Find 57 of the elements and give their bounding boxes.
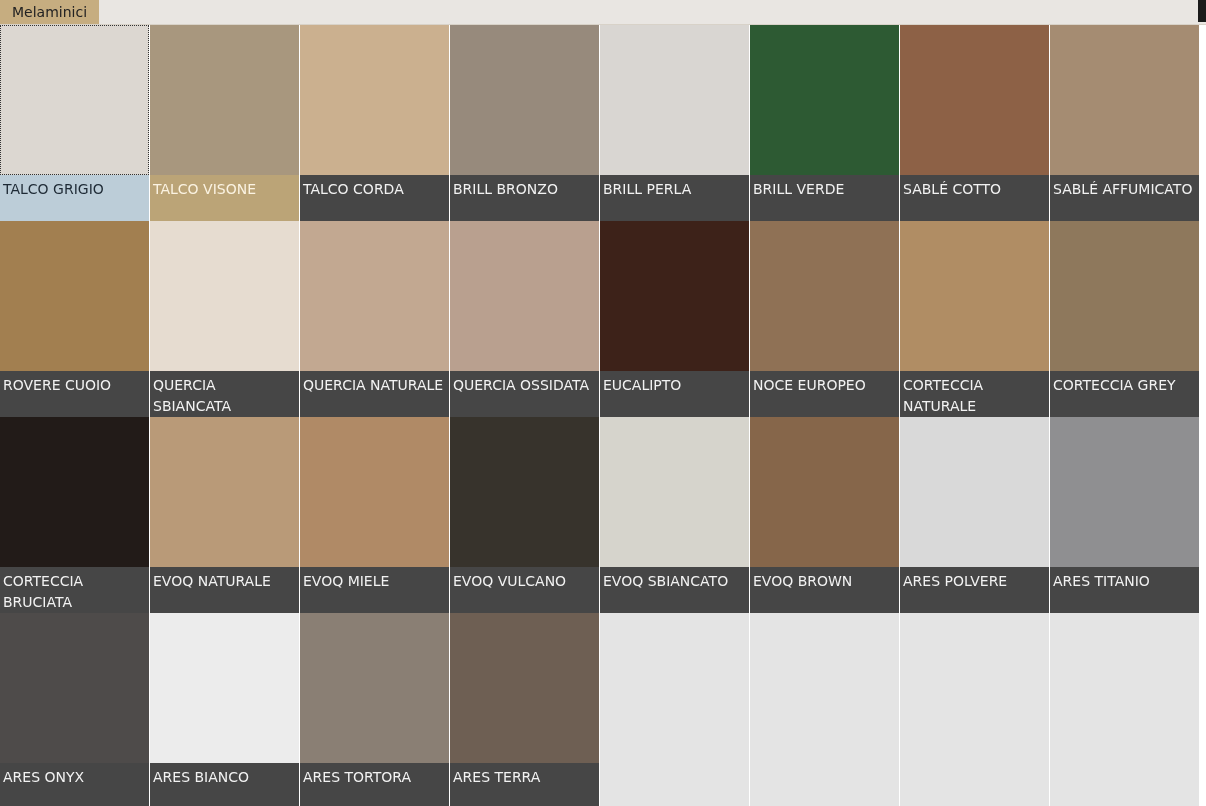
material-label[interactable]: ARES BIANCO <box>150 763 299 806</box>
material-label[interactable]: EVOQ BROWN <box>750 567 899 613</box>
material-label[interactable]: EUCALIPTO <box>600 371 749 417</box>
material-swatch[interactable] <box>300 417 449 567</box>
material-label[interactable]: CORTECCIA NATURALE <box>900 371 1049 417</box>
category-tab[interactable]: Melaminici <box>0 0 100 24</box>
material-swatch[interactable] <box>900 221 1049 371</box>
material-label[interactable]: ARES TERRA <box>450 763 599 806</box>
material-label[interactable]: TALCO CORDA <box>300 175 449 221</box>
material-swatch[interactable] <box>300 25 449 175</box>
material-label[interactable]: ARES TORTORA <box>300 763 449 806</box>
material-label[interactable]: SABLÉ AFFUMICATO <box>1050 175 1199 221</box>
material-label[interactable]: EVOQ VULCANO <box>450 567 599 613</box>
material-swatch[interactable] <box>450 417 599 567</box>
material-label[interactable]: ARES POLVERE <box>900 567 1049 613</box>
material-label[interactable]: SABLÉ COTTO <box>900 175 1049 221</box>
material-swatch[interactable] <box>1050 417 1199 567</box>
material-label[interactable]: ARES ONYX <box>0 763 149 806</box>
material-label[interactable]: NOCE EUROPEO <box>750 371 899 417</box>
material-swatch[interactable] <box>600 417 749 567</box>
material-label[interactable]: TALCO GRIGIO <box>0 175 149 221</box>
material-swatch[interactable] <box>900 25 1049 175</box>
material-swatch[interactable] <box>150 221 299 371</box>
material-label[interactable]: ARES TITANIO <box>1050 567 1199 613</box>
material-swatch[interactable] <box>0 25 149 175</box>
material-swatch[interactable] <box>150 417 299 567</box>
material-label[interactable]: BRILL VERDE <box>750 175 899 221</box>
material-swatch[interactable] <box>300 221 449 371</box>
material-swatch[interactable] <box>1050 221 1199 371</box>
material-swatch[interactable] <box>450 221 599 371</box>
material-label[interactable]: QUERCIA NATURALE <box>300 371 449 417</box>
material-swatch[interactable] <box>600 25 749 175</box>
material-swatch[interactable] <box>450 25 599 175</box>
material-label[interactable]: CORTECCIA BRUCIATA <box>0 567 149 613</box>
material-swatch[interactable] <box>150 613 299 763</box>
material-swatch[interactable] <box>1050 25 1199 175</box>
material-label[interactable]: EVOQ MIELE <box>300 567 449 613</box>
material-label[interactable]: CORTECCIA GREY <box>1050 371 1199 417</box>
material-swatch[interactable] <box>900 417 1049 567</box>
material-label[interactable]: QUERCIA SBIANCATA <box>150 371 299 417</box>
scrollbar-thumb[interactable] <box>1198 0 1206 22</box>
material-label[interactable]: BRILL PERLA <box>600 175 749 221</box>
material-label[interactable]: EVOQ SBIANCATO <box>600 567 749 613</box>
material-label[interactable]: BRILL BRONZO <box>450 175 599 221</box>
material-swatch[interactable] <box>0 417 149 567</box>
material-swatch[interactable] <box>0 221 149 371</box>
material-swatch[interactable] <box>750 25 899 175</box>
material-label[interactable]: EVOQ NATURALE <box>150 567 299 613</box>
material-swatch[interactable] <box>600 221 749 371</box>
material-swatch[interactable] <box>750 417 899 567</box>
material-swatch[interactable] <box>0 613 149 763</box>
material-swatch[interactable] <box>150 25 299 175</box>
material-swatch[interactable] <box>750 221 899 371</box>
material-label[interactable]: QUERCIA OSSIDATA <box>450 371 599 417</box>
material-swatch[interactable] <box>450 613 599 763</box>
material-label[interactable]: ROVERE CUOIO <box>0 371 149 417</box>
material-swatch[interactable] <box>300 613 449 763</box>
